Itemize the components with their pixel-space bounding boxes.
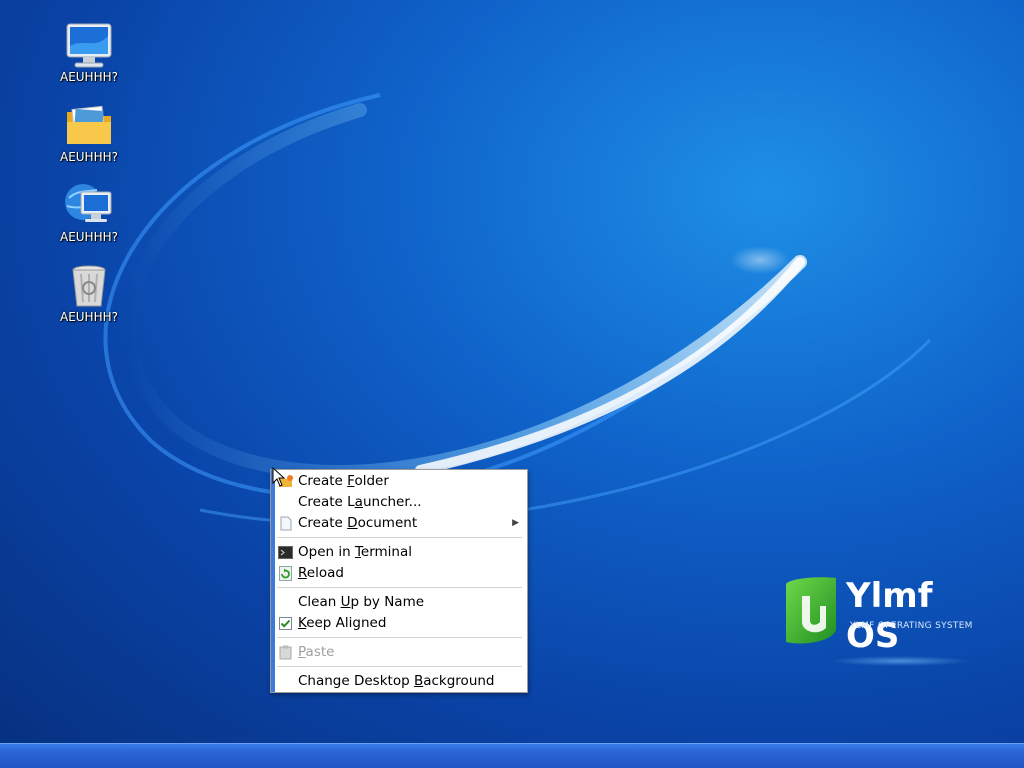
mouse-cursor-icon xyxy=(272,467,286,487)
menu-separator xyxy=(277,537,522,538)
brand-logo: Ylmf OS YLMF OPERATING SYSTEM xyxy=(780,576,980,666)
terminal-icon xyxy=(278,545,293,560)
desktop-context-menu: Create Folder Create Launcher... Create … xyxy=(270,469,528,693)
menu-item-paste: Paste xyxy=(271,642,527,663)
network-icon xyxy=(63,180,115,232)
trash-icon xyxy=(63,260,115,312)
desktop-icon-network[interactable]: AEUHHH? xyxy=(50,180,128,244)
menu-item-keep-aligned[interactable]: Keep Aligned xyxy=(271,613,527,634)
desktop-icon-label: AEUHHH? xyxy=(59,230,118,244)
desktop[interactable]: AEUHHH? AEUHHH? AEUHHH? AEUHHH? Ylmf OS … xyxy=(0,0,1024,768)
document-icon xyxy=(278,516,293,531)
menu-item-create-launcher[interactable]: Create Launcher... xyxy=(271,492,527,513)
reload-icon xyxy=(278,566,293,581)
computer-icon xyxy=(63,20,115,72)
desktop-icon-computer[interactable]: AEUHHH? xyxy=(50,20,128,84)
checkbox-checked-icon xyxy=(278,616,293,631)
submenu-arrow-icon: ▶ xyxy=(512,518,519,528)
menu-item-change-desktop-background[interactable]: Change Desktop Background xyxy=(271,671,527,692)
taskbar[interactable] xyxy=(0,743,1024,768)
menu-item-reload[interactable]: Reload xyxy=(271,563,527,584)
brand-glow xyxy=(830,656,970,666)
menu-separator xyxy=(277,637,522,638)
menu-separator xyxy=(277,666,522,667)
menu-separator xyxy=(277,587,522,588)
desktop-icon-label: AEUHHH? xyxy=(59,70,118,84)
menu-item-create-folder[interactable]: Create Folder xyxy=(271,471,527,492)
home-folder-icon xyxy=(63,100,115,152)
desktop-icon-home-folder[interactable]: AEUHHH? xyxy=(50,100,128,164)
desktop-icon-label: AEUHHH? xyxy=(59,310,118,324)
ylmf-leaf-icon xyxy=(786,577,836,644)
menu-item-open-in-terminal[interactable]: Open in Terminal xyxy=(271,542,527,563)
menu-item-clean-up-by-name[interactable]: Clean Up by Name xyxy=(271,592,527,613)
desktop-icon-trash[interactable]: AEUHHH? xyxy=(50,260,128,324)
brand-name: Ylmf OS xyxy=(846,576,933,656)
desktop-icon-label: AEUHHH? xyxy=(59,150,118,164)
menu-item-create-document[interactable]: Create Document ▶ xyxy=(271,513,527,534)
paste-icon xyxy=(278,645,293,660)
brand-tagline: YLMF OPERATING SYSTEM xyxy=(850,621,973,631)
